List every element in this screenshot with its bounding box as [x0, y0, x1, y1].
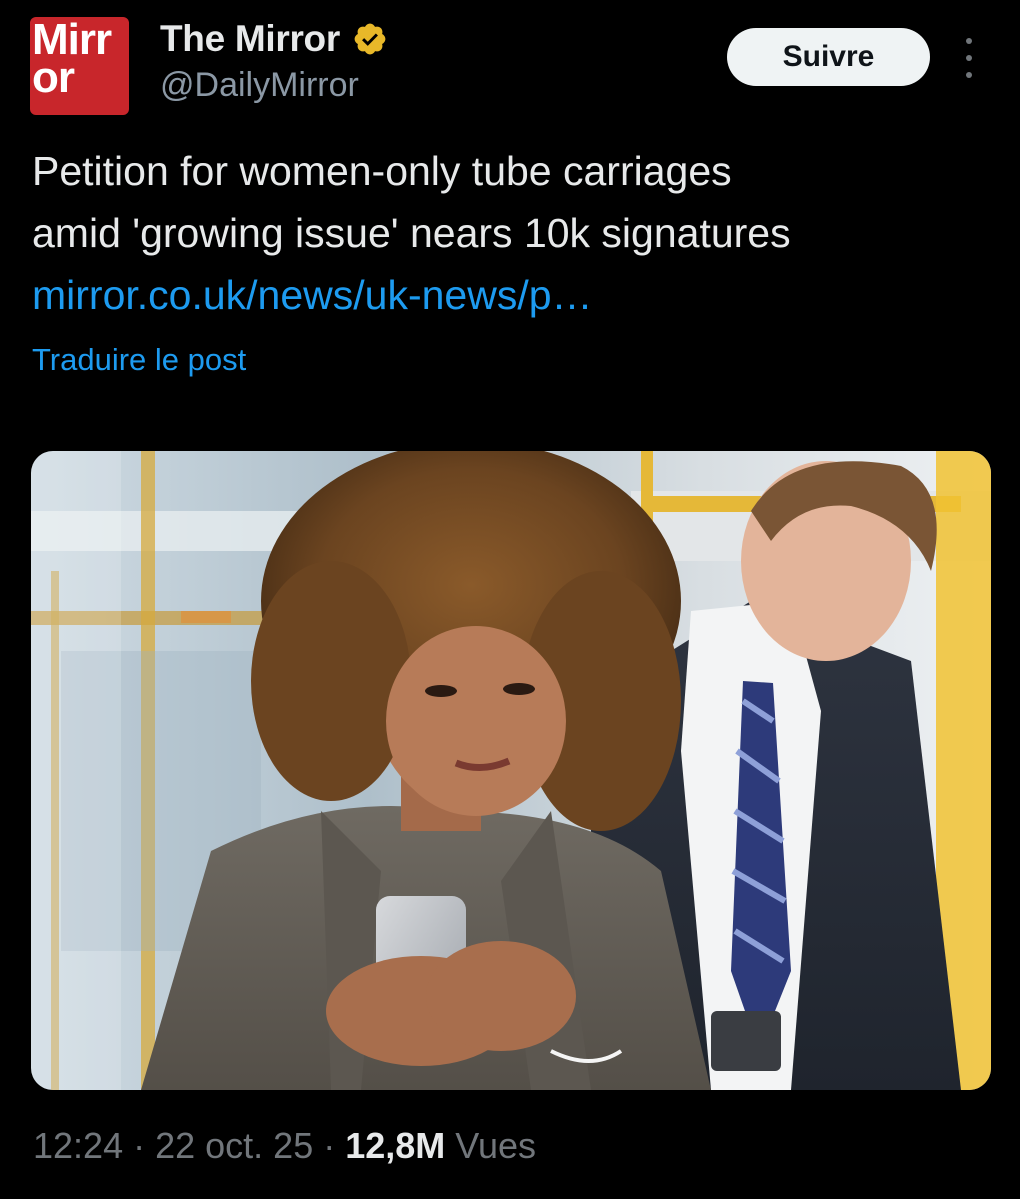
- post-time[interactable]: 12:24: [33, 1125, 123, 1166]
- post-image[interactable]: [31, 451, 991, 1090]
- post-date[interactable]: 22 oct. 25: [155, 1125, 313, 1166]
- follow-button[interactable]: Suivre: [727, 28, 930, 86]
- dot: [966, 72, 972, 78]
- author-handle[interactable]: @DailyMirror: [160, 66, 388, 105]
- post-text-line: Petition for women-only tube carriages: [32, 148, 732, 194]
- avatar[interactable]: Mirr or: [30, 17, 129, 115]
- display-name[interactable]: The Mirror: [160, 18, 340, 60]
- more-options-icon[interactable]: [955, 38, 983, 78]
- views-count[interactable]: 12,8M: [345, 1125, 445, 1166]
- verified-badge-icon: [352, 21, 388, 57]
- name-row: The Mirror: [160, 16, 388, 62]
- views-label: Vues: [455, 1125, 537, 1166]
- author-identity: The Mirror @DailyMirror: [160, 16, 388, 105]
- photo-woman-man-train-image: [31, 451, 991, 1090]
- post-text: Petition for women-only tube carriages a…: [32, 140, 982, 326]
- meta-separator: ·: [133, 1125, 146, 1166]
- post-text-line: amid 'growing issue' nears 10k signature…: [32, 210, 791, 256]
- post-meta: 12:24 · 22 oct. 25 · 12,8M Vues: [33, 1125, 536, 1167]
- post-link[interactable]: mirror.co.uk/news/uk-news/p…: [32, 264, 982, 326]
- dot: [966, 55, 972, 61]
- meta-separator: ·: [323, 1125, 336, 1166]
- translate-post-link[interactable]: Traduire le post: [32, 342, 246, 378]
- dot: [966, 38, 972, 44]
- avatar-logo-text: Mirr or: [32, 17, 112, 102]
